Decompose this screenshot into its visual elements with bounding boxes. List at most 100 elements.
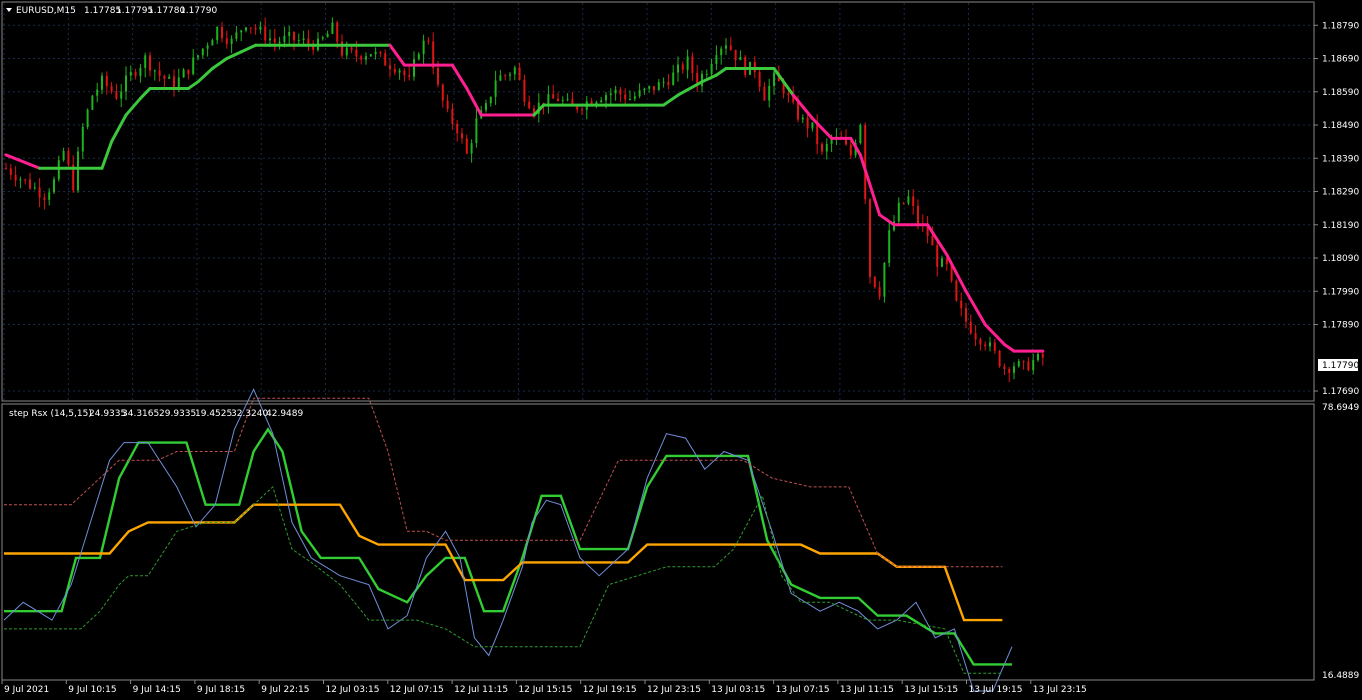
candle-body	[187, 69, 190, 75]
candle	[19, 176, 22, 189]
candle-body	[561, 100, 564, 102]
step-line-segment	[1002, 342, 1016, 353]
candle	[600, 96, 603, 104]
candle	[278, 36, 281, 50]
candle-body	[62, 150, 65, 161]
candle	[926, 216, 929, 244]
price-tick-label: 1.18790	[1322, 21, 1359, 31]
candle	[547, 85, 550, 114]
candle	[101, 72, 103, 94]
candle-body	[1027, 361, 1030, 371]
candle	[288, 25, 291, 45]
main-frame	[1, 1, 1315, 402]
candlestick-series	[5, 17, 1044, 383]
candle	[374, 47, 377, 60]
candle-body	[931, 236, 934, 246]
candle	[859, 123, 862, 145]
candle	[48, 188, 51, 206]
candle	[163, 74, 166, 87]
candle	[897, 197, 900, 224]
candle	[67, 147, 70, 169]
candle-body	[667, 81, 670, 85]
candle	[878, 281, 881, 300]
candle-body	[864, 125, 867, 200]
candle-body	[734, 49, 737, 61]
step-line-segment	[186, 80, 200, 90]
candle-body	[14, 174, 17, 181]
candle-body	[297, 40, 300, 42]
candle-body	[643, 88, 646, 91]
candle-body	[806, 117, 809, 129]
candle-body	[993, 342, 996, 351]
candle-body	[235, 32, 238, 39]
candle	[1022, 360, 1025, 370]
price-tick-label: 1.18590	[1322, 88, 1359, 98]
candle-body	[768, 85, 771, 101]
candle	[821, 142, 823, 155]
candle-body	[662, 81, 665, 83]
candle	[264, 17, 267, 47]
candle	[619, 86, 622, 103]
candle-body	[465, 138, 468, 154]
candle-body	[5, 168, 7, 170]
candle-body	[211, 40, 214, 46]
candle-body	[451, 108, 454, 124]
indicator-frame	[1, 403, 1315, 681]
candle	[811, 122, 814, 132]
candle-body	[120, 91, 123, 99]
candle-body	[417, 54, 420, 60]
candle-body	[139, 67, 142, 76]
candle	[705, 69, 708, 78]
candle	[912, 189, 915, 215]
candle	[360, 54, 363, 65]
indicator-value-6: 42.9489	[266, 409, 303, 419]
candle	[561, 96, 564, 104]
candle-body	[614, 89, 617, 94]
candle-body	[230, 38, 233, 45]
candle-body	[499, 75, 502, 81]
candle	[77, 146, 79, 193]
candle-body	[917, 205, 919, 224]
candle	[24, 178, 27, 185]
time-tick-label: 12 Jul 15:15	[518, 685, 572, 695]
candle	[365, 52, 367, 65]
candle	[206, 42, 209, 57]
time-tick-label: 12 Jul 19:15	[583, 685, 637, 695]
time-tick-label: 12 Jul 07:15	[390, 685, 444, 695]
main-header[interactable]: EURUSD,M15 1.17785 1.17795 1.17780 1.177…	[6, 6, 217, 16]
candle-body	[278, 41, 281, 43]
candle-body	[384, 53, 387, 66]
candle-body	[758, 72, 761, 87]
candle-body	[672, 72, 675, 85]
candle	[249, 27, 252, 34]
time-tick-label: 12 Jul 23:15	[647, 685, 701, 695]
candle-body	[475, 118, 478, 144]
candle-body	[29, 179, 31, 189]
indicator-line-green	[4, 427, 1012, 666]
candle	[504, 73, 507, 81]
candle	[691, 52, 694, 81]
candle-body	[182, 69, 185, 78]
candle	[744, 55, 747, 78]
candle-body	[974, 333, 977, 340]
candle-body	[715, 55, 718, 64]
step-line-segment	[700, 73, 718, 84]
candle	[1008, 366, 1011, 383]
candle	[729, 36, 732, 51]
candle	[763, 81, 766, 101]
candle	[221, 22, 223, 43]
candle	[72, 155, 75, 193]
step-line-segment	[465, 86, 483, 117]
candle-body	[365, 56, 367, 60]
candle	[230, 35, 233, 54]
candle	[710, 58, 713, 77]
step-line-segment	[196, 67, 214, 84]
candle	[518, 62, 521, 81]
candle-body	[845, 139, 847, 145]
candle-body	[326, 33, 329, 38]
candle	[144, 52, 147, 78]
candle-body	[461, 133, 463, 139]
candle	[245, 26, 247, 33]
candle	[686, 49, 689, 79]
candle-body	[633, 96, 636, 99]
